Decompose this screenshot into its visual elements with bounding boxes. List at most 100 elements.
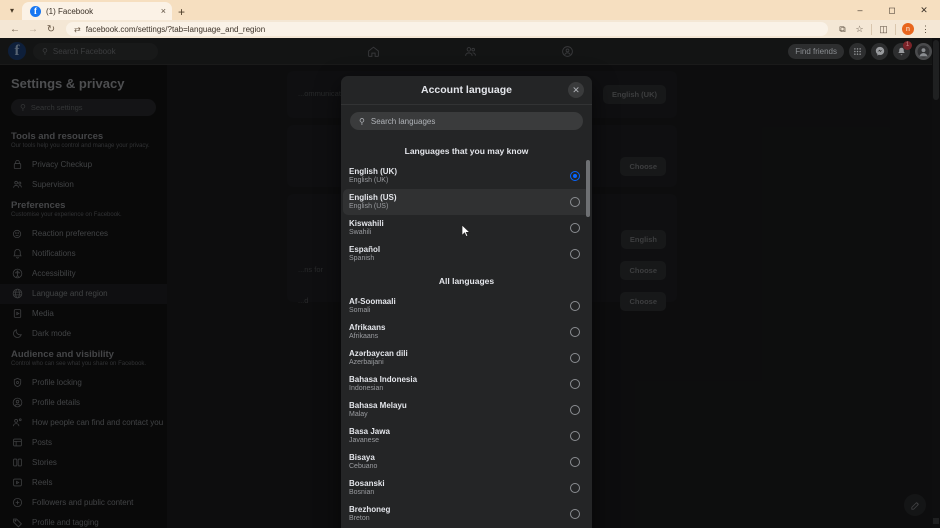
search-languages-placeholder: Search languages: [370, 116, 436, 126]
messenger-icon[interactable]: [871, 42, 888, 60]
language-radio[interactable]: [570, 353, 580, 363]
menu-grid-icon[interactable]: [849, 42, 866, 60]
language-radio[interactable]: [570, 223, 580, 233]
dialog-body: ⚲ Search languages Languages that you ma…: [341, 105, 592, 528]
language-native-name: Afrikaans: [349, 322, 386, 332]
tab-close-icon[interactable]: ×: [161, 6, 166, 16]
language-radio[interactable]: [570, 509, 580, 519]
language-names: Kiswahili Swahili: [349, 219, 384, 237]
install-app-icon[interactable]: ⧉: [834, 21, 851, 37]
language-native-name: English (UK): [349, 166, 397, 176]
notifications-badge: 1: [903, 40, 912, 50]
language-radio[interactable]: [570, 171, 580, 181]
facebook-icon: f: [30, 5, 41, 17]
back-icon[interactable]: ←: [6, 21, 24, 37]
language-names: English (UK) English (UK): [349, 167, 397, 185]
language-radio[interactable]: [570, 405, 580, 415]
language-names: Af-Soomaali Somali: [349, 297, 396, 315]
language-option-bisaya[interactable]: Bisaya Cebuano: [343, 449, 590, 475]
web-page: f ⚲ Search Facebook Find friends 1 Setti…: [0, 38, 940, 528]
search-languages-input[interactable]: ⚲ Search languages: [350, 112, 583, 130]
facebook-top-bar-actions: Find friends 1: [788, 40, 932, 60]
language-option-brezhoneg[interactable]: Brezhoneg Breton: [343, 501, 590, 527]
language-english-name: Malay: [349, 411, 368, 419]
language-native-name: English (US): [349, 192, 397, 202]
new-tab-button[interactable]: +: [178, 6, 185, 18]
notifications-bell-icon[interactable]: 1: [893, 40, 912, 60]
language-native-name: Azərbaycan dili: [349, 348, 408, 358]
tab-title: (1) Facebook: [46, 6, 94, 16]
language-radio[interactable]: [570, 197, 580, 207]
language-option-basa-jawa[interactable]: Basa Jawa Javanese: [343, 423, 590, 449]
account-language-dialog: Account language ✕ ⚲ Search languages La…: [341, 76, 592, 528]
language-english-name: English (UK): [349, 177, 389, 185]
close-icon[interactable]: ✕: [568, 82, 584, 98]
language-names: Bahasa Indonesia Indonesian: [349, 375, 417, 393]
language-english-name: Spanish: [349, 255, 375, 263]
language-names: English (US) English (US): [349, 193, 397, 211]
language-option-azarbaycan-dili[interactable]: Azərbaycan dili Azerbaijani: [343, 345, 590, 371]
language-option-espanol[interactable]: Español Spanish: [343, 241, 590, 267]
bookmark-star-icon[interactable]: ☆: [851, 21, 868, 37]
language-option-bosanski[interactable]: Bosanski Bosnian: [343, 475, 590, 501]
language-radio[interactable]: [570, 379, 580, 389]
browser-menu-icon[interactable]: ⋮: [917, 21, 934, 37]
language-english-name: Somali: [349, 307, 371, 315]
account-avatar[interactable]: [915, 42, 932, 60]
language-radio[interactable]: [570, 327, 580, 337]
language-native-name: Bahasa Melayu: [349, 400, 407, 410]
language-option-af-soomaali[interactable]: Af-Soomaali Somali: [343, 293, 590, 319]
language-names: Afrikaans Afrikaans: [349, 323, 385, 341]
language-native-name: Brezhoneg: [349, 504, 391, 514]
browser-profile-avatar[interactable]: n: [902, 23, 914, 35]
language-option-kiswahili[interactable]: Kiswahili Swahili: [343, 215, 590, 241]
language-native-name: Bahasa Indonesia: [349, 374, 418, 384]
toolbar-divider: [871, 23, 872, 35]
language-names: Brezhoneg Breton: [349, 505, 390, 523]
language-radio[interactable]: [570, 301, 580, 311]
address-bar[interactable]: ⇄ facebook.com/settings/?tab=language_an…: [66, 22, 828, 36]
tab-list-chevron-icon[interactable]: ▾: [4, 2, 20, 18]
language-english-name: Indonesian: [349, 385, 384, 393]
language-names: Bisaya Cebuano: [349, 453, 377, 471]
language-names: Español Spanish: [349, 245, 380, 263]
language-english-name: Afrikaans: [349, 333, 379, 341]
language-english-name: Azerbaijani: [349, 359, 384, 367]
reload-icon[interactable]: ↻: [42, 21, 60, 37]
site-settings-icon[interactable]: ⇄: [74, 25, 81, 34]
language-native-name: Kiswahili: [349, 218, 384, 228]
language-radio[interactable]: [570, 249, 580, 259]
browser-tab[interactable]: f (1) Facebook ×: [22, 2, 172, 20]
language-names: Azərbaycan dili Azerbaijani: [349, 349, 408, 367]
window-controls: – ◻ ✕: [844, 0, 940, 20]
language-option-afrikaans[interactable]: Afrikaans Afrikaans: [343, 319, 590, 345]
dialog-header: Account language ✕: [341, 76, 592, 105]
browser-toolbar: ← → ↻ ⇄ facebook.com/settings/?tab=langu…: [0, 20, 940, 38]
window-close-button[interactable]: ✕: [908, 0, 940, 20]
section-title-known-languages: Languages that you may know: [404, 146, 529, 156]
find-friends-button[interactable]: Find friends: [788, 43, 844, 59]
dialog-scrollbar[interactable]: [586, 108, 590, 528]
language-names: Bosanski Bosnian: [349, 479, 385, 497]
dialog-scrollbar-thumb[interactable]: [586, 160, 590, 217]
language-english-name: Bosnian: [349, 489, 375, 497]
language-radio[interactable]: [570, 483, 580, 493]
language-option-bahasa-melayu[interactable]: Bahasa Melayu Malay: [343, 397, 590, 423]
language-english-name: Javanese: [349, 437, 379, 445]
address-bar-url: facebook.com/settings/?tab=language_and_…: [85, 24, 266, 34]
language-option-english-uk[interactable]: English (UK) English (UK): [343, 163, 590, 189]
language-radio[interactable]: [570, 457, 580, 467]
language-native-name: Af-Soomaali: [349, 296, 396, 306]
forward-icon[interactable]: →: [24, 21, 42, 37]
language-english-name: Cebuano: [349, 463, 378, 471]
language-radio[interactable]: [570, 431, 580, 441]
language-english-name: Swahili: [349, 229, 372, 237]
window-maximize-button[interactable]: ◻: [876, 0, 908, 20]
window-minimize-button[interactable]: –: [844, 0, 876, 20]
language-native-name: Bosanski: [349, 478, 385, 488]
language-names: Bahasa Melayu Malay: [349, 401, 407, 419]
language-option-english-us[interactable]: English (US) English (US): [343, 189, 590, 215]
search-icon: ⚲: [359, 116, 365, 126]
extensions-icon[interactable]: ◫: [875, 21, 892, 37]
language-option-bahasa-indonesia[interactable]: Bahasa Indonesia Indonesian: [343, 371, 590, 397]
